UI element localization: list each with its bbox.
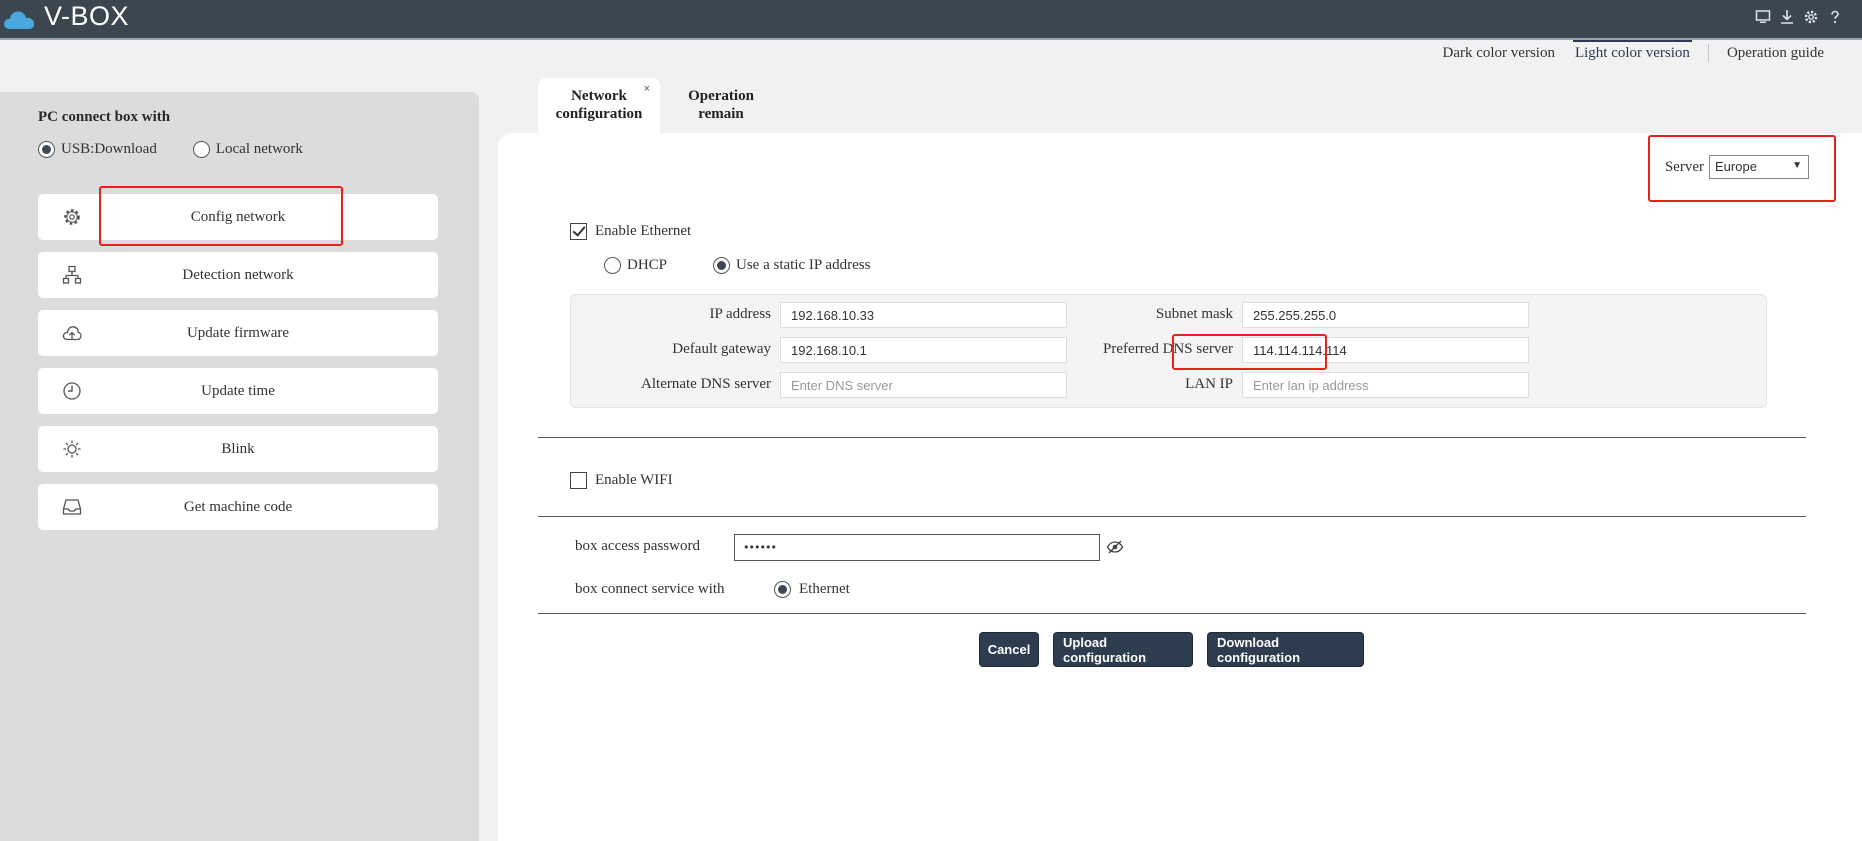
dropdown-arrow-icon: ▼	[1792, 160, 1802, 171]
cloud-logo-icon	[4, 11, 35, 29]
subnet-mask-input[interactable]: 255.255.255.0	[1242, 302, 1529, 328]
enable-ethernet-checkbox[interactable]	[570, 223, 587, 240]
preferred-dns-input[interactable]: 114.114.114.114	[1242, 337, 1529, 363]
dark-color-version-link[interactable]: Dark color version	[1432, 44, 1564, 62]
menu-blink-label: Blink	[221, 440, 255, 457]
eye-slash-icon[interactable]	[1106, 539, 1124, 555]
ethernet-service-label: Ethernet	[799, 581, 850, 597]
lan-ip-label: LAN IP	[1185, 376, 1233, 392]
download-configuration-button[interactable]: Download configuration	[1207, 632, 1364, 667]
tab-operation-remain-line1: Operation	[688, 88, 754, 104]
tab-bar: × Network configuration Operation remain	[538, 78, 782, 134]
local-network-label: Local network	[215, 141, 303, 157]
menu-get-machine-code-label: Get machine code	[183, 498, 293, 515]
cloud-upload-icon	[62, 326, 82, 341]
menu-detection-network[interactable]: Detection network	[38, 252, 438, 298]
menu-update-firmware[interactable]: Update firmware	[38, 310, 438, 356]
tab-network-configuration-line2: configuration	[555, 106, 643, 122]
static-ip-fields: IP address 192.168.10.33 Subnet mask 255…	[570, 294, 1767, 408]
box-password-input[interactable]: ••••••	[734, 534, 1100, 561]
download-icon[interactable]	[1778, 8, 1796, 26]
subnet-mask-label: Subnet mask	[1155, 306, 1233, 322]
local-network-radio[interactable]	[192, 141, 210, 158]
link-divider	[1707, 44, 1709, 62]
sidebar-title: PC connect box with	[38, 109, 171, 125]
monitor-icon[interactable]	[1754, 8, 1772, 26]
clock-icon	[63, 382, 81, 400]
static-ip-label: Use a static IP address	[736, 257, 871, 273]
tab-operation-remain-line2: remain	[698, 106, 744, 122]
enable-ethernet-row[interactable]: Enable Ethernet	[570, 223, 691, 240]
menu-blink[interactable]: Blink	[38, 426, 438, 472]
menu-update-time-label: Update time	[201, 382, 275, 399]
server-label: Server	[1664, 158, 1704, 175]
sidebar: PC connect box with USB:Download Local n…	[0, 92, 479, 841]
menu-get-machine-code[interactable]: Get machine code	[38, 484, 438, 530]
usb-download-radio[interactable]	[38, 141, 55, 158]
cancel-button[interactable]: Cancel	[979, 632, 1039, 667]
action-buttons: Cancel Upload configuration Download con…	[979, 632, 1364, 667]
enable-ethernet-label: Enable Ethernet	[595, 223, 692, 239]
menu-update-time[interactable]: Update time	[38, 368, 438, 414]
server-select[interactable]: Europe ▼	[1709, 155, 1809, 179]
version-links: Dark color version Light color version O…	[1432, 40, 1834, 62]
menu-config-network[interactable]: Config network	[38, 194, 438, 240]
ethernet-service-radio[interactable]	[774, 581, 791, 598]
main-panel: Server Europe ▼ Enable Ethernet DHCP Use…	[498, 133, 1862, 841]
app-title: V-BOX	[44, 1, 130, 31]
dhcp-label: DHCP	[627, 257, 668, 273]
sun-icon	[63, 440, 81, 458]
help-icon[interactable]	[1826, 8, 1844, 26]
tab-network-configuration-line1: Network	[571, 88, 627, 104]
top-bar: V-BOX	[0, 0, 1862, 40]
sidebar-menu: Config network Detection network Update …	[38, 194, 438, 542]
default-gateway-label: Default gateway	[672, 341, 771, 357]
static-ip-radio[interactable]	[713, 257, 731, 274]
operation-guide-link[interactable]: Operation guide	[1717, 44, 1834, 62]
server-select-value: Europe	[1715, 159, 1757, 174]
usb-download-label: USB:Download	[61, 141, 157, 157]
menu-update-firmware-label: Update firmware	[186, 324, 290, 341]
inbox-icon	[62, 499, 82, 515]
section-divider	[538, 437, 1806, 438]
connection-options: USB:Download Local network	[38, 141, 303, 158]
section-divider	[538, 613, 1806, 614]
lan-ip-input[interactable]: Enter lan ip address	[1242, 372, 1529, 398]
enable-wifi-checkbox[interactable]	[570, 472, 587, 489]
box-connect-service-label: box connect service with	[575, 581, 725, 597]
enable-wifi-label: Enable WIFI	[595, 472, 673, 488]
upload-configuration-button[interactable]: Upload configuration	[1053, 632, 1193, 667]
light-color-version-link[interactable]: Light color version	[1565, 40, 1700, 62]
usb-download-option[interactable]: USB:Download	[38, 141, 157, 158]
preferred-dns-label: Preferred DNS server	[1103, 341, 1233, 357]
menu-detection-network-label: Detection network	[182, 266, 294, 283]
gear-icon	[64, 209, 80, 225]
tab-operation-remain[interactable]: Operation remain	[660, 78, 782, 134]
section-divider	[538, 516, 1806, 517]
ethernet-service-option[interactable]: Ethernet	[774, 581, 850, 598]
alternate-dns-label: Alternate DNS server	[641, 376, 771, 392]
dhcp-radio[interactable]	[604, 257, 621, 274]
alternate-dns-input[interactable]: Enter DNS server	[780, 372, 1067, 398]
local-network-option[interactable]: Local network	[192, 141, 303, 158]
enable-wifi-row[interactable]: Enable WIFI	[570, 472, 673, 489]
box-password-label: box access password	[575, 538, 700, 554]
default-gateway-input[interactable]: 192.168.10.1	[780, 337, 1067, 363]
tab-network-configuration[interactable]: × Network configuration	[538, 78, 660, 134]
tab-close-icon[interactable]: ×	[644, 80, 650, 98]
network-tree-icon	[62, 265, 82, 284]
ip-address-label: IP address	[709, 306, 771, 322]
ip-mode-options: DHCP Use a static IP address	[604, 257, 870, 274]
server-row: Server Europe ▼	[1665, 155, 1809, 179]
gear-icon[interactable]	[1802, 8, 1820, 26]
menu-config-network-label: Config network	[190, 208, 286, 225]
ip-address-input[interactable]: 192.168.10.33	[780, 302, 1067, 328]
